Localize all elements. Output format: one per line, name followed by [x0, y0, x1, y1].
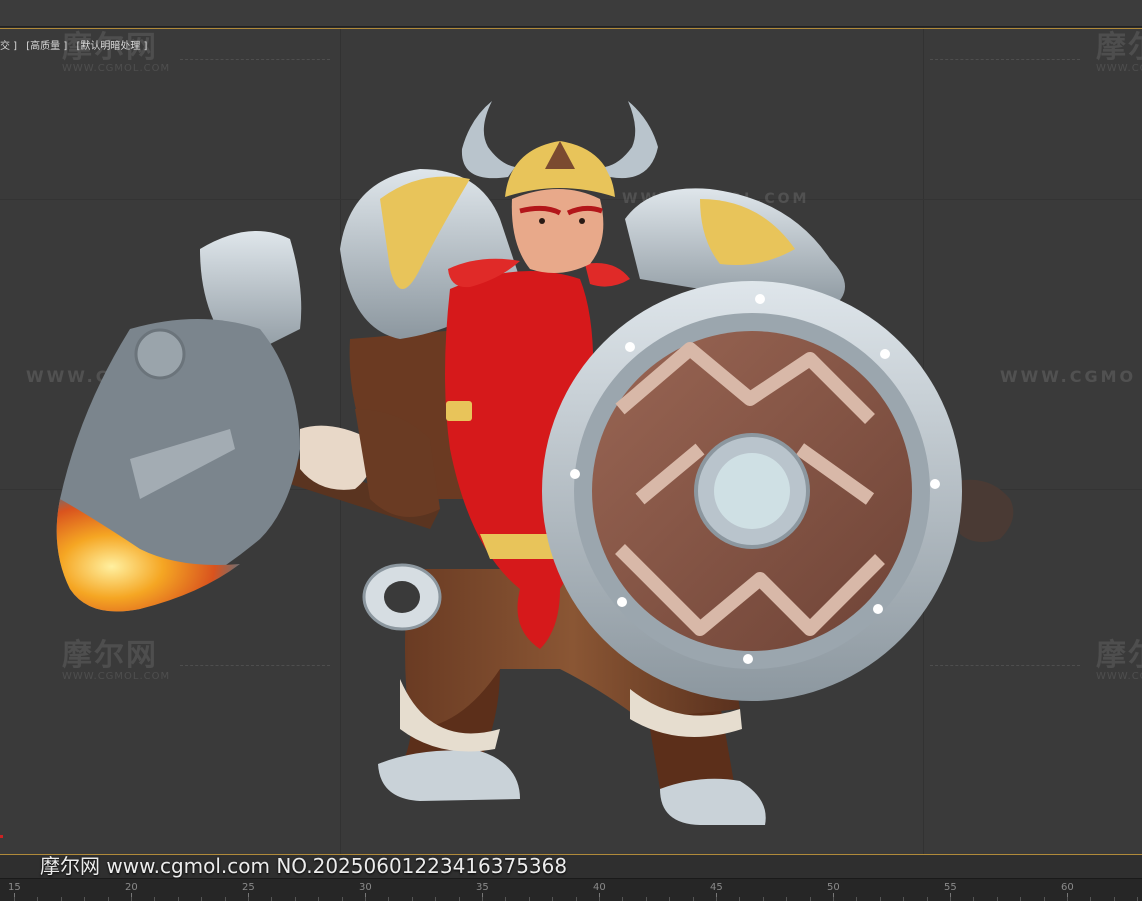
- ruler-minor-tick: [295, 897, 296, 901]
- ruler-minor-tick: [856, 897, 857, 901]
- eye: [539, 218, 545, 224]
- ruler-minor-tick: [1020, 897, 1021, 901]
- ruler-minor-tick: [1114, 897, 1115, 901]
- ruler-tick-label: 25: [242, 882, 255, 893]
- watermark-caption: 摩尔网 www.cgmol.com NO.2025060122341637536…: [40, 854, 568, 878]
- ruler-minor-tick: [225, 897, 226, 901]
- ruler-tick-label: 30: [359, 882, 372, 893]
- ruler-minor-tick: [271, 897, 272, 901]
- ruler-minor-tick: [178, 897, 179, 901]
- ruler-minor-tick: [997, 897, 998, 901]
- ruler-minor-tick: [646, 897, 647, 901]
- ruler-minor-tick: [61, 897, 62, 901]
- ruler-minor-tick: [973, 897, 974, 901]
- ruler-minor-tick: [505, 897, 506, 901]
- eye: [579, 218, 585, 224]
- ruler-minor-tick: [131, 897, 132, 901]
- shoulder-gold-trim: [700, 199, 795, 265]
- ruler-minor-tick: [412, 897, 413, 901]
- ruler-minor-tick: [599, 897, 600, 901]
- face: [511, 189, 604, 273]
- ruler-minor-tick: [435, 897, 436, 901]
- ruler-minor-tick: [786, 897, 787, 901]
- left-boot: [660, 778, 766, 825]
- ruler-minor-tick: [529, 897, 530, 901]
- ruler-tick-label: 55: [944, 882, 957, 893]
- ruler-minor-tick: [342, 897, 343, 901]
- mustache-left: [585, 263, 630, 287]
- helmet-horn: [461, 101, 515, 179]
- ruler-minor-tick: [1044, 897, 1045, 901]
- viking-dwarf-model[interactable]: [0, 29, 1142, 854]
- left-fist: [958, 479, 1014, 543]
- timeline-ruler[interactable]: 15 20 25 30 35 40 45 50 55 60: [0, 878, 1142, 901]
- ruler-minor-tick: [622, 897, 623, 901]
- beard-ring: [446, 401, 472, 421]
- belt-ring-hole: [384, 581, 420, 613]
- axe-bolt: [134, 328, 186, 380]
- ruler-minor-tick: [693, 897, 694, 901]
- ruler-minor-tick: [739, 897, 740, 901]
- ruler-minor-tick: [248, 897, 249, 901]
- top-toolbar: [0, 0, 1142, 27]
- shield-boss-center: [714, 453, 790, 529]
- ruler-minor-tick: [950, 897, 951, 901]
- ruler-tick-label: 45: [710, 882, 723, 893]
- ruler-minor-tick: [927, 897, 928, 901]
- ruler-tick-label: 60: [1061, 882, 1074, 893]
- ruler-tick-label: 50: [827, 882, 840, 893]
- ruler-minor-tick: [459, 897, 460, 901]
- ruler-minor-tick: [37, 897, 38, 901]
- ruler-minor-tick: [903, 897, 904, 901]
- ruler-minor-tick: [833, 897, 834, 901]
- ruler-minor-tick: [108, 897, 109, 901]
- ruler-tick-label: 35: [476, 882, 489, 893]
- ruler-minor-tick: [365, 897, 366, 901]
- 3d-viewport[interactable]: 交 ] [高质量 ] [默认明暗处理 ] 摩尔网 WWW.CGMOL.COM 摩…: [0, 28, 1142, 854]
- ruler-minor-tick: [669, 897, 670, 901]
- ruler-tick-label: 20: [125, 882, 138, 893]
- ruler-minor-tick: [388, 897, 389, 901]
- ruler-minor-tick: [1090, 897, 1091, 901]
- ruler-minor-tick: [14, 897, 15, 901]
- ruler-minor-tick: [84, 897, 85, 901]
- ruler-minor-tick: [1067, 897, 1068, 901]
- axis-gizmo: [0, 835, 3, 838]
- helmet-horn: [605, 101, 658, 179]
- ruler-minor-tick: [201, 897, 202, 901]
- ruler-minor-tick: [154, 897, 155, 901]
- right-boot: [378, 750, 520, 801]
- ruler-minor-tick: [763, 897, 764, 901]
- ruler-minor-tick: [576, 897, 577, 901]
- ruler-minor-tick: [880, 897, 881, 901]
- ruler-minor-tick: [716, 897, 717, 901]
- ruler-tick-label: 15: [8, 882, 21, 893]
- ruler-tick-label: 40: [593, 882, 606, 893]
- ruler-minor-tick: [482, 897, 483, 901]
- ruler-minor-tick: [1137, 897, 1138, 901]
- ruler-minor-tick: [552, 897, 553, 901]
- ruler-minor-tick: [810, 897, 811, 901]
- ruler-minor-tick: [318, 897, 319, 901]
